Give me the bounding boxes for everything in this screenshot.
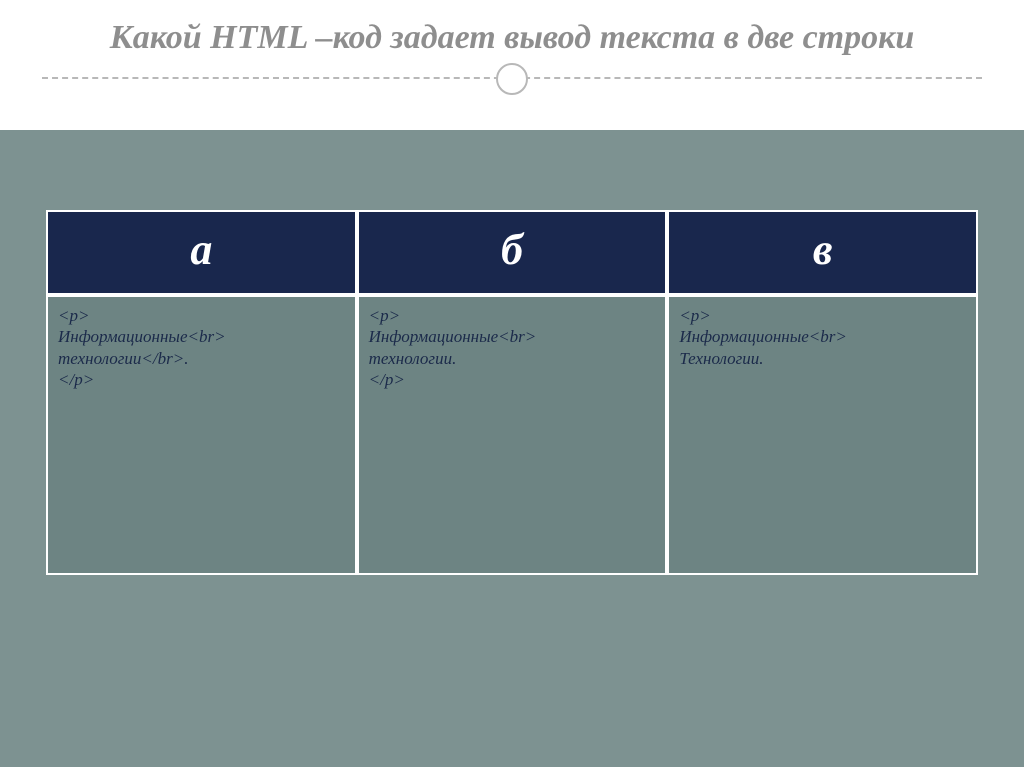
divider-circle-icon: [496, 63, 528, 95]
code-line: Технологии.: [679, 348, 966, 369]
options-table-wrap: а б в <p> Информационные<br> технологии<…: [46, 210, 978, 575]
title-area: Какой HTML –код задает вывод текста в дв…: [0, 0, 1024, 133]
option-header-v: в: [667, 210, 978, 295]
code-line: <p>: [369, 305, 656, 326]
content-area: а б в <p> Информационные<br> технологии<…: [0, 130, 1024, 767]
option-header-b: б: [357, 210, 668, 295]
option-cell-b: <p> Информационные<br> технологии. </p>: [357, 295, 668, 575]
table-row: <p> Информационные<br> технологии</br>. …: [46, 295, 978, 575]
code-line: Информационные<br>: [58, 326, 345, 347]
code-line: <p>: [58, 305, 345, 326]
divider: [30, 63, 994, 93]
code-line: </p>: [58, 369, 345, 390]
slide-title: Какой HTML –код задает вывод текста в дв…: [30, 18, 994, 57]
option-cell-v: <p> Информационные<br> Технологии.: [667, 295, 978, 575]
option-cell-a: <p> Информационные<br> технологии</br>. …: [46, 295, 357, 575]
code-line: Информационные<br>: [369, 326, 656, 347]
slide: Какой HTML –код задает вывод текста в дв…: [0, 0, 1024, 767]
code-line: Информационные<br>: [679, 326, 966, 347]
code-line: технологии.: [369, 348, 656, 369]
code-line: </p>: [369, 369, 656, 390]
options-table: а б в <p> Информационные<br> технологии<…: [46, 210, 978, 575]
code-line: технологии</br>.: [58, 348, 345, 369]
table-header-row: а б в: [46, 210, 978, 295]
option-header-a: а: [46, 210, 357, 295]
code-line: <p>: [679, 305, 966, 326]
